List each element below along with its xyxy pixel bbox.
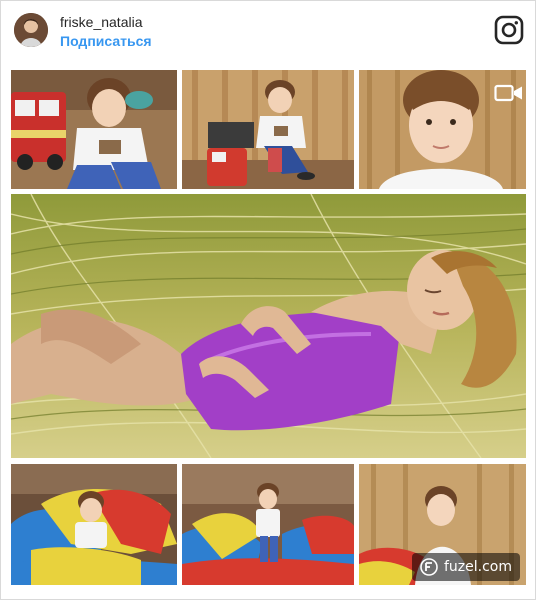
fuzel-logo-icon bbox=[420, 558, 438, 576]
fuzel-watermark: fuzel.com bbox=[412, 553, 521, 581]
photo-boy-with-toy-truck[interactable] bbox=[11, 70, 177, 189]
photo-boy-squatting[interactable] bbox=[182, 70, 354, 189]
video-camera-icon bbox=[494, 83, 524, 103]
photo-boy-on-inflatable[interactable] bbox=[11, 464, 177, 585]
watermark-text: fuzel.com bbox=[444, 559, 513, 575]
photo-woman-in-grass[interactable] bbox=[11, 194, 526, 458]
profile-avatar[interactable] bbox=[14, 13, 48, 47]
instagram-icon[interactable] bbox=[494, 15, 524, 45]
follow-button[interactable]: Подписаться bbox=[60, 33, 152, 49]
username[interactable]: friske_natalia bbox=[60, 14, 143, 30]
photo-boy-standing-inflatables[interactable] bbox=[182, 464, 354, 585]
